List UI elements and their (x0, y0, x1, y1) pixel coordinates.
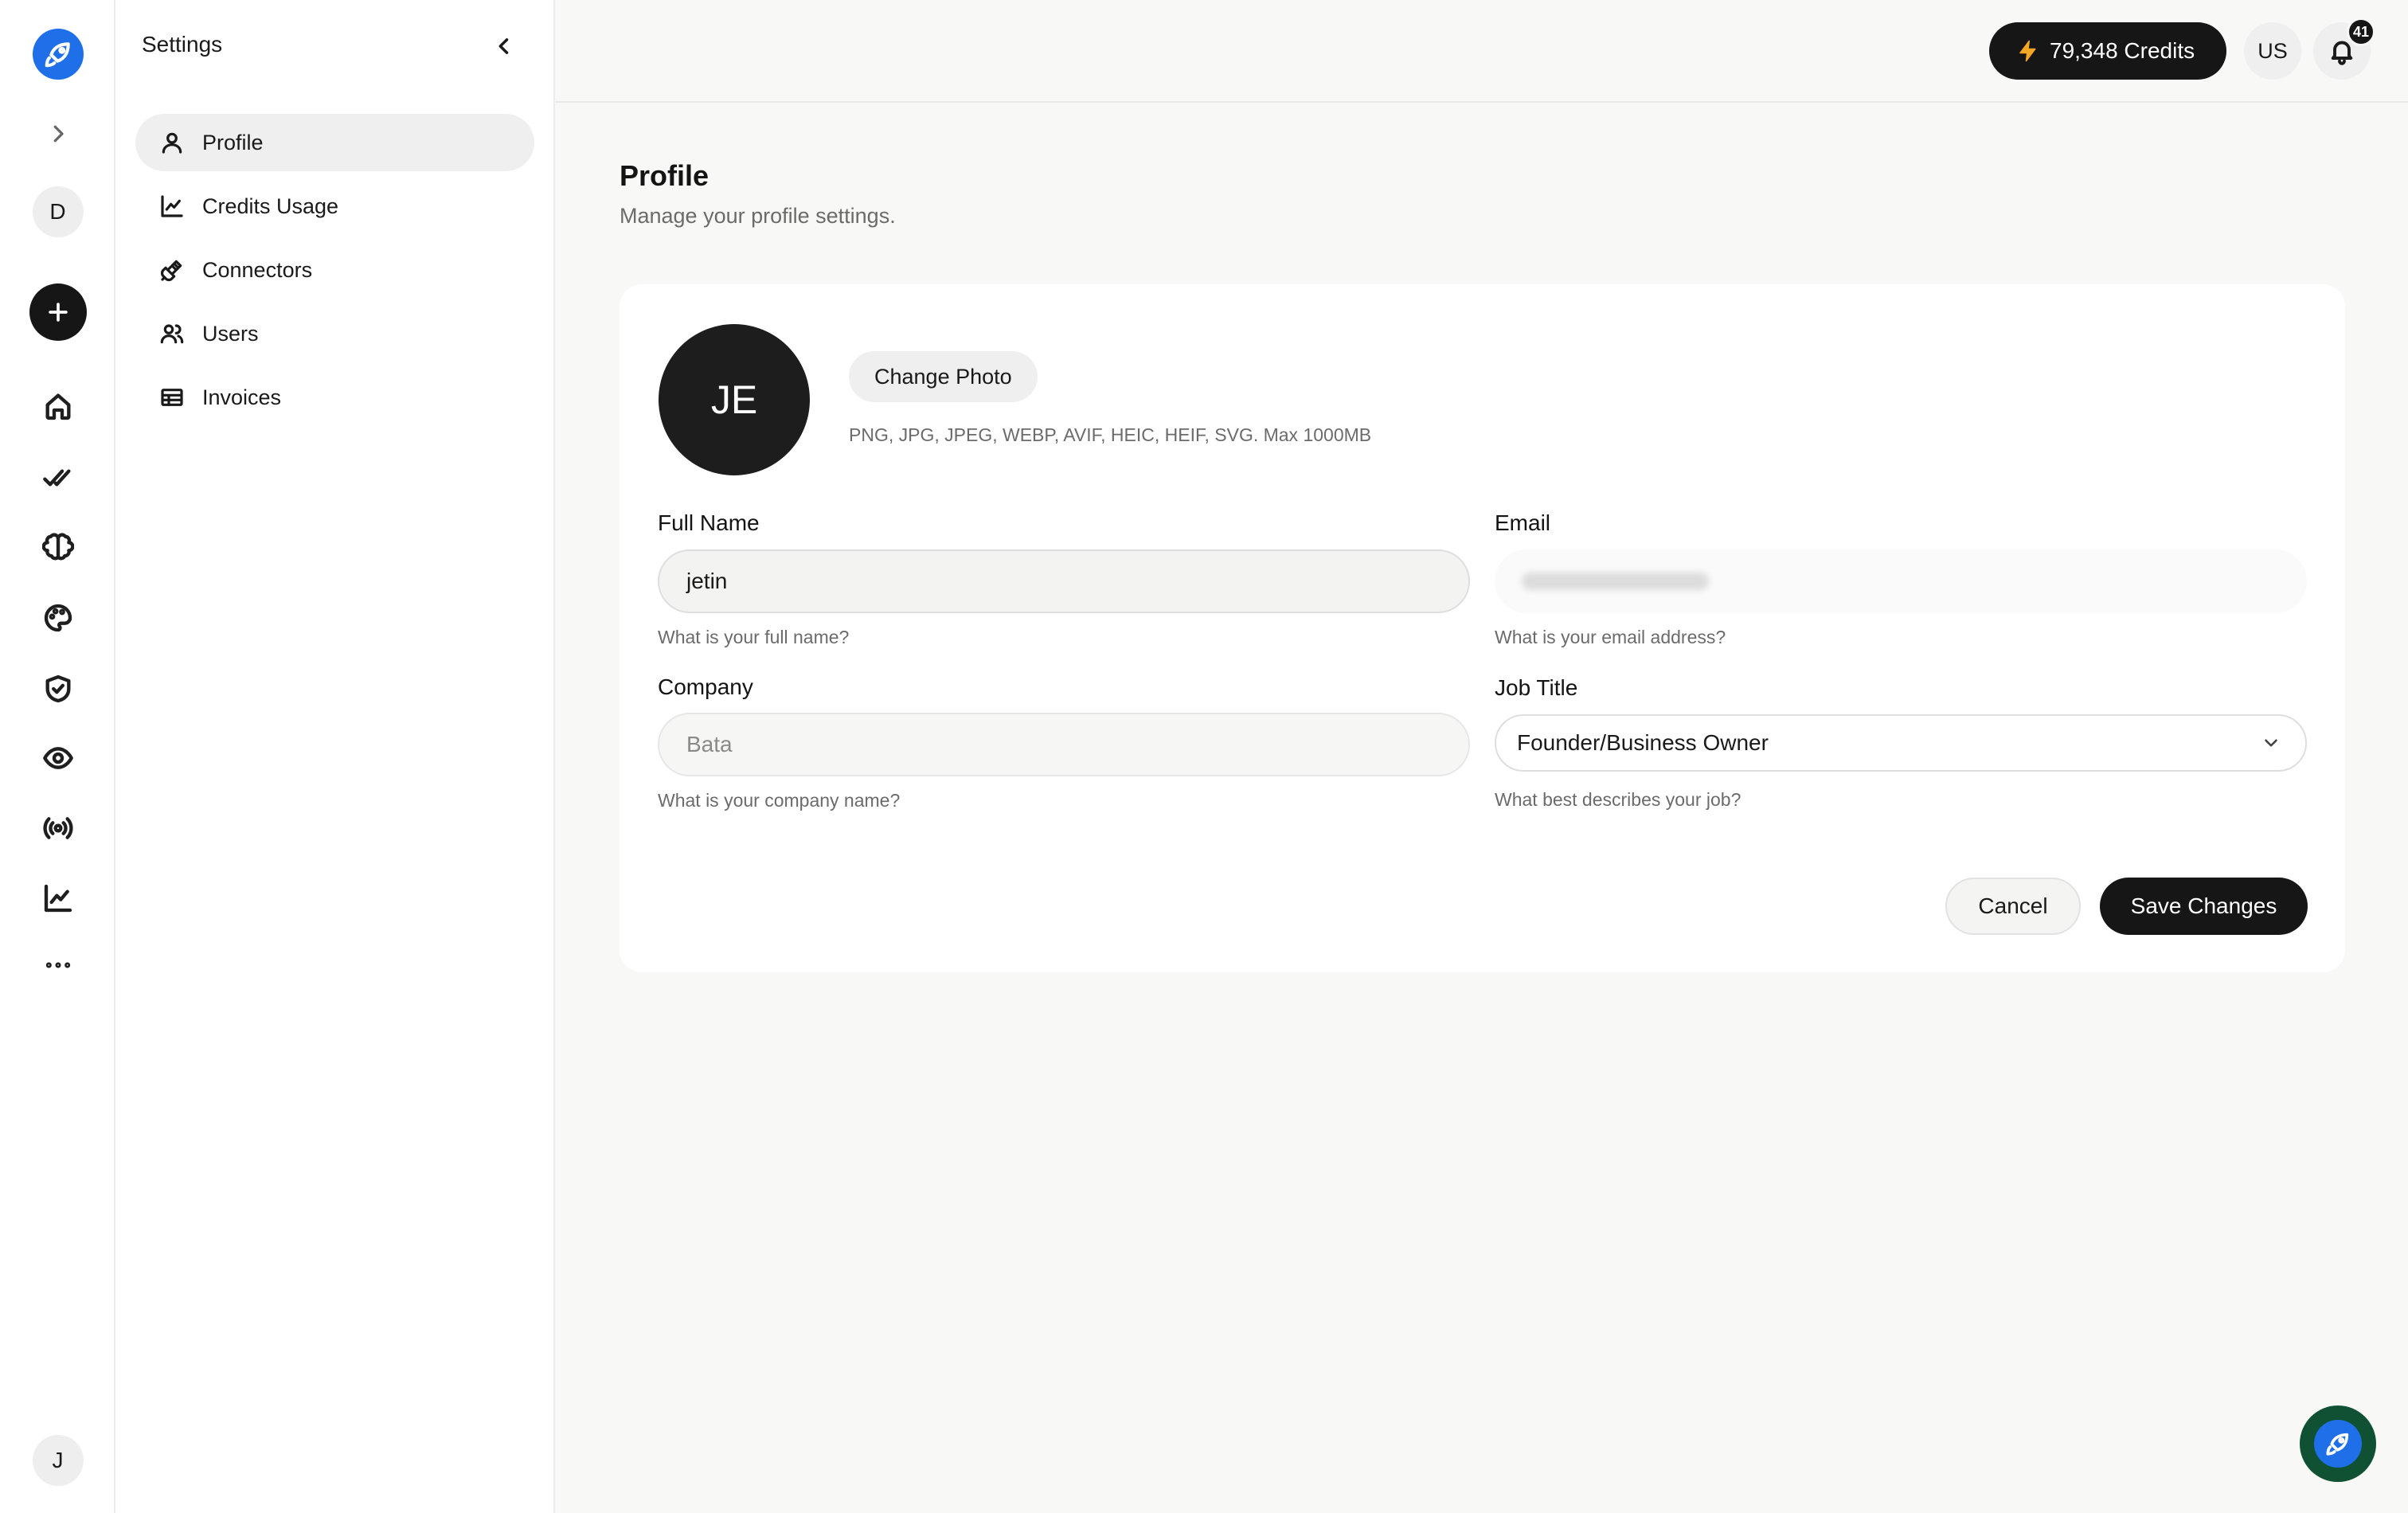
save-changes-button[interactable]: Save Changes (2100, 878, 2308, 935)
icon-rail: D J (0, 0, 115, 1513)
workspace-avatar[interactable]: D (0, 186, 115, 237)
broadcast-icon (42, 817, 73, 839)
email-help: What is your email address? (1495, 627, 1726, 647)
watch-nav[interactable] (0, 742, 115, 774)
brain-icon (41, 533, 74, 561)
shield-check-icon (45, 674, 71, 703)
home-nav[interactable] (0, 390, 115, 422)
settings-item-credits-usage[interactable]: Credits Usage (135, 178, 534, 235)
rocket-icon (2326, 1433, 2349, 1456)
rocket-icon (32, 29, 84, 80)
settings-item-label: Credits Usage (202, 194, 339, 218)
email-label: Email (1495, 510, 1551, 535)
workspace-initial: D (32, 186, 84, 237)
broadcast-nav[interactable] (0, 812, 115, 844)
job-title-value: Founder/Business Owner (1517, 730, 1769, 755)
settings-panel: Settings Profile Credits Usage Connector… (115, 0, 555, 1513)
chart-line-icon (161, 195, 183, 217)
analytics-nav[interactable] (0, 882, 115, 914)
email-redacted-value (1522, 573, 1709, 590)
chevron-right-icon (53, 125, 64, 143)
file-type-hint: PNG, JPG, JPEG, WEBP, AVIF, HEIC, HEIF, … (849, 424, 1372, 445)
chevron-left-icon (498, 38, 509, 54)
app-logo[interactable] (0, 29, 115, 80)
settings-item-profile[interactable]: Profile (135, 114, 534, 171)
profile-card: JE Change Photo PNG, JPG, JPEG, WEBP, AV… (620, 284, 2345, 972)
palette-icon (44, 604, 72, 632)
company-input[interactable]: Bata (658, 713, 1470, 776)
table-icon (161, 389, 183, 406)
tasks-nav[interactable] (0, 462, 115, 494)
page-subtitle: Manage your profile settings. (620, 204, 896, 228)
chart-line-icon (44, 884, 72, 913)
language-button[interactable]: US (2244, 22, 2301, 80)
settings-item-label: Users (202, 321, 259, 346)
settings-item-users[interactable]: Users (135, 305, 534, 362)
expand-sidebar-button[interactable] (0, 119, 115, 148)
home-icon (45, 393, 71, 420)
collapse-settings-button[interactable] (490, 32, 518, 61)
job-title-help: What best describes your job? (1495, 789, 1742, 810)
job-title-label: Job Title (1495, 675, 1578, 700)
job-title-select[interactable]: Founder/Business Owner (1495, 714, 2307, 772)
users-icon (160, 324, 184, 344)
plus-icon (48, 303, 68, 322)
full-name-input[interactable]: jetin (658, 549, 1470, 613)
lightning-icon (2019, 40, 2036, 62)
full-name-label: Full Name (658, 510, 760, 535)
company-help: What is your company name? (658, 790, 901, 811)
new-button[interactable] (0, 283, 115, 341)
credits-button[interactable]: 79,348 Credits (1989, 22, 2227, 80)
chevron-down-icon (2265, 739, 2277, 747)
settings-item-label: Connectors (202, 257, 313, 282)
full-name-help: What is your full name? (658, 627, 850, 647)
company-label: Company (658, 674, 753, 699)
user-menu[interactable]: J (0, 1435, 115, 1486)
security-nav[interactable] (0, 673, 115, 705)
settings-title: Settings (142, 32, 223, 57)
change-photo-button[interactable]: Change Photo (849, 351, 1038, 402)
palette-nav[interactable] (0, 602, 115, 634)
settings-item-connectors[interactable]: Connectors (135, 241, 534, 299)
page-title: Profile (620, 159, 710, 192)
brain-nav[interactable] (0, 532, 115, 564)
more-horizontal-icon (45, 962, 70, 968)
company-placeholder: Bata (686, 732, 733, 756)
email-field[interactable] (1495, 549, 2307, 613)
plug-icon (161, 260, 182, 281)
settings-item-invoices[interactable]: Invoices (135, 369, 534, 426)
full-name-value: jetin (686, 569, 728, 593)
user-icon (162, 132, 182, 154)
eye-icon (42, 747, 73, 769)
profile-avatar: JE (659, 324, 810, 475)
assistant-launcher-button[interactable] (2300, 1405, 2376, 1482)
user-avatar: J (32, 1435, 84, 1486)
credits-label: 79,348 Credits (2050, 38, 2195, 63)
top-bar: 79,348 Credits US 41 (555, 0, 2408, 103)
settings-item-label: Invoices (202, 385, 282, 409)
notifications-badge: 41 (2347, 18, 2375, 46)
settings-item-label: Profile (202, 130, 264, 154)
cancel-button[interactable]: Cancel (1945, 878, 2081, 935)
more-nav[interactable] (0, 949, 115, 981)
double-check-icon (42, 469, 71, 487)
